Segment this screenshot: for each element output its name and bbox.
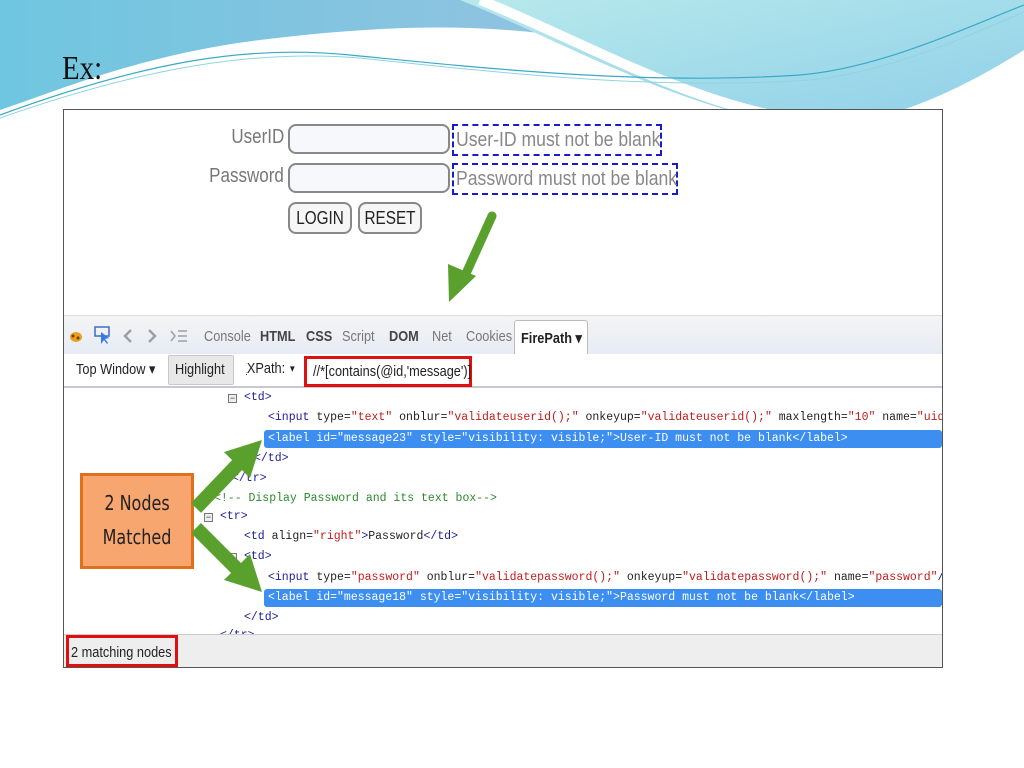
- xpath-dropdown[interactable]: ▾: [290, 362, 295, 375]
- highlight-button[interactable]: Highlight: [168, 355, 234, 385]
- callout-line-2: Matched: [102, 525, 172, 549]
- firebug-icon[interactable]: [68, 329, 84, 343]
- tree-node-tr[interactable]: <tr>: [220, 508, 248, 526]
- tree-node-label-pwd-matched[interactable]: <label id="message18" style="visibility:…: [264, 589, 942, 607]
- screenshot-frame: UserID User-ID must not be blank Passwor…: [63, 109, 943, 668]
- firepath-toolbar: Top Window ▾ Highlight XXPath: ▾: [64, 354, 942, 388]
- tree-node-comment: <!-- Display Password and its text box--…: [214, 492, 497, 505]
- collapse-toggle[interactable]: −: [228, 394, 237, 403]
- status-bar: [64, 634, 942, 667]
- tree-node-td[interactable]: <td>: [244, 389, 272, 407]
- tree-node-input-uid[interactable]: <input type="text" onblur="validateuseri…: [268, 409, 942, 427]
- command-line-icon[interactable]: [170, 328, 188, 344]
- reset-button-label: RESET: [364, 208, 416, 228]
- tab-net[interactable]: Net: [432, 328, 452, 345]
- password-label: Password: [209, 165, 284, 187]
- tree-node-input-pwd[interactable]: <input type="password" onblur="validatep…: [268, 569, 942, 587]
- password-input[interactable]: [288, 163, 450, 193]
- tree-node-td-2[interactable]: <td>: [244, 548, 272, 566]
- tree-node-td-close: </td>: [254, 452, 289, 465]
- xpath-label-text: XPath:: [246, 360, 286, 377]
- forward-icon[interactable]: [146, 328, 158, 344]
- userid-label: UserID: [231, 126, 284, 148]
- tab-cookies[interactable]: Cookies: [466, 328, 512, 345]
- collapse-toggle[interactable]: −: [204, 513, 213, 522]
- tab-firepath[interactable]: FirePath ▾: [514, 320, 588, 355]
- tab-css[interactable]: CSS: [306, 328, 332, 345]
- tab-dom[interactable]: DOM: [389, 328, 419, 345]
- tab-console[interactable]: Console: [204, 328, 251, 345]
- xpath-input[interactable]: //*[contains(@id,'message')]: [304, 356, 472, 387]
- back-icon[interactable]: [122, 328, 134, 344]
- inspect-icon[interactable]: [94, 326, 112, 346]
- password-error-text: Password must not be blank: [456, 168, 678, 190]
- tab-html[interactable]: HTML: [260, 328, 295, 345]
- tree-node-label-uid-matched[interactable]: <label id="message23" style="visibility:…: [264, 430, 942, 448]
- tab-script[interactable]: Script: [342, 328, 375, 345]
- userid-input[interactable]: [288, 124, 450, 154]
- tree-node-td-align[interactable]: <td align="right">Password</td>: [244, 528, 458, 546]
- slide-title: Ex:: [62, 50, 103, 87]
- highlight-button-label: Highlight: [175, 361, 225, 378]
- tree-node-tr-close: </tr>: [232, 472, 267, 485]
- userid-error-message: User-ID must not be blank: [452, 124, 662, 156]
- login-button[interactable]: LOGIN: [288, 202, 352, 234]
- password-error-message: Password must not be blank: [452, 163, 678, 195]
- nodes-matched-callout: 2 Nodes Matched: [80, 473, 194, 569]
- xpath-label: XXPath:: [246, 360, 286, 377]
- tree-node-td-close-2: </td>: [244, 611, 279, 624]
- matching-nodes-status: 2 matching nodes: [66, 635, 178, 667]
- xpath-input-value: //*[contains(@id,'message')]: [313, 363, 472, 380]
- collapse-toggle[interactable]: −: [228, 553, 237, 562]
- userid-error-text: User-ID must not be blank: [456, 129, 661, 151]
- login-button-label: LOGIN: [296, 208, 344, 228]
- top-window-select[interactable]: Top Window ▾: [76, 360, 155, 378]
- matching-nodes-text: 2 matching nodes: [71, 644, 172, 661]
- callout-line-1: 2 Nodes: [104, 491, 170, 515]
- reset-button[interactable]: RESET: [358, 202, 422, 234]
- firebug-tab-bar: Console HTML CSS Script DOM Net Cookies …: [64, 315, 942, 356]
- tab-firepath-label: FirePath ▾: [521, 330, 582, 347]
